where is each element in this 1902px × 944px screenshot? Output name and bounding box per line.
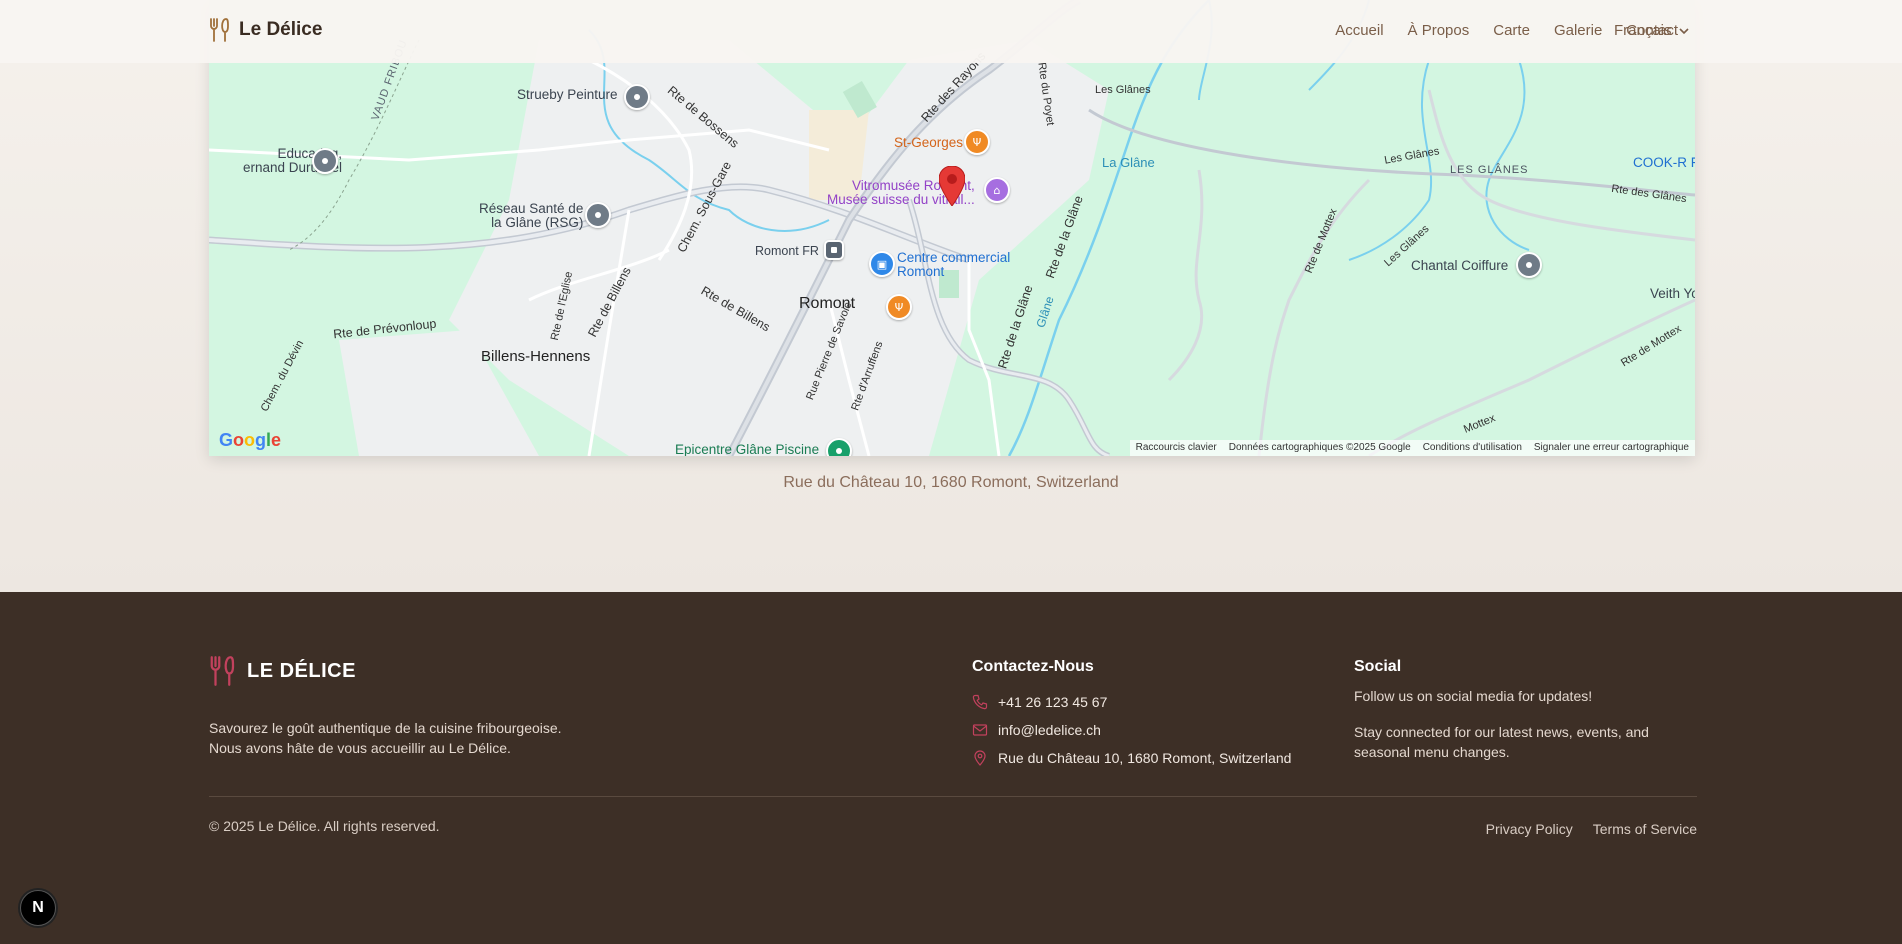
nextjs-dev-badge[interactable]: N (20, 890, 56, 926)
nav-a-propos[interactable]: À Propos (1408, 22, 1470, 39)
terms-of-service-link[interactable]: Terms of Service (1593, 821, 1697, 837)
map-pin-icon (974, 750, 986, 766)
poi-pin-icon[interactable] (1516, 252, 1542, 278)
social-text: Follow us on social media for updates! S… (1354, 688, 1649, 760)
restaurant-pin-icon[interactable]: Ψ (964, 129, 990, 155)
map-label-veith: Veith Yo (1650, 286, 1695, 301)
map-label-st-georges: St-Georges (894, 135, 964, 150)
footer-brand: LE DÉLICE (209, 656, 356, 686)
site-footer: LE DÉLICE Savourez le goût authentique d… (0, 592, 1902, 944)
map-label-chantal-coiffure: Chantal Coiffure (1411, 258, 1509, 273)
copyright: © 2025 Le Délice. All rights reserved. (209, 818, 440, 834)
legal-links: Privacy Policy Terms of Service (1486, 821, 1697, 837)
keyboard-shortcuts-link[interactable]: Raccourcis clavier (1130, 440, 1223, 456)
map-attribution: Raccourcis clavier Données cartographiqu… (1129, 440, 1695, 456)
shopping-pin-icon[interactable]: ▣ (869, 251, 895, 277)
map-roads (209, 0, 1695, 456)
map-label-les-glanes-top: Les Glânes (1095, 84, 1151, 96)
google-logo[interactable]: Google (219, 430, 281, 451)
brand-name: Le Délice (239, 19, 323, 40)
museum-pin-icon[interactable]: ⌂ (984, 177, 1010, 203)
footer-brand-name: LE DÉLICE (247, 659, 356, 682)
report-error-link[interactable]: Signaler une erreur cartographique (1528, 440, 1695, 456)
train-station-icon[interactable] (824, 240, 844, 260)
poi-pin-icon[interactable] (585, 202, 611, 228)
social-title: Social (1354, 658, 1402, 675)
language-label: Français (1614, 22, 1672, 39)
map-label-les-glanes-caps: LES GLÂNES (1450, 164, 1529, 176)
restaurant-pin-icon[interactable]: Ψ (886, 294, 912, 320)
chevron-down-icon (1678, 27, 1689, 34)
contact-list: +41 26 123 45 67 info@ledelice.ch Rue du… (972, 688, 1291, 772)
privacy-policy-link[interactable]: Privacy Policy (1486, 821, 1573, 837)
map-label-la-glane: La Glâne (1102, 155, 1155, 170)
terms-of-use-link[interactable]: Conditions d'utilisation (1417, 440, 1528, 456)
map-address: Rue du Château 10, 1680 Romont, Switzerl… (783, 474, 1119, 491)
location-map[interactable]: Strueby Peinture Rte de Bossens Rte des … (209, 0, 1695, 456)
poi-pin-icon[interactable] (624, 84, 650, 110)
map-data-credit: Données cartographiques ©2025 Google (1228, 442, 1411, 453)
contact-email[interactable]: info@ledelice.ch (972, 716, 1291, 744)
footer-description: Savourez le goût authentique de la cuisi… (209, 720, 562, 756)
contact-phone[interactable]: +41 26 123 45 67 (972, 688, 1291, 716)
map-label-reseau-sante: Réseau Santé de la Glâne (RSG) (479, 201, 584, 230)
map-label-strueby: Strueby Peinture (517, 87, 618, 102)
language-selector[interactable]: Français (1614, 22, 1690, 39)
mail-icon (972, 724, 988, 736)
map-label-centre-commercial: Centre commercial Romont (897, 250, 1011, 279)
poi-pin-icon[interactable] (312, 148, 338, 174)
footer-divider (209, 796, 1697, 797)
nav-galerie[interactable]: Galerie (1554, 22, 1602, 39)
location-marker-icon[interactable] (939, 166, 965, 206)
contact-address: Rue du Château 10, 1680 Romont, Switzerl… (972, 744, 1291, 772)
brand-logo[interactable]: Le Délice (209, 18, 322, 42)
nav-accueil[interactable]: Accueil (1335, 22, 1383, 39)
fork-knife-icon (210, 656, 235, 686)
phone-icon (972, 694, 988, 710)
map-label-cook-r: COOK-R Fo (1633, 155, 1695, 170)
map-label-epicentre: Epicentre Glâne Piscine (675, 442, 820, 456)
map-label-billens-hennens: Billens-Hennens (481, 348, 591, 365)
fork-knife-icon (210, 18, 229, 42)
map-label-romont-fr: Romont FR (755, 244, 819, 258)
site-header: Le Délice Accueil À Propos Carte Galerie… (0, 0, 1902, 63)
contact-title: Contactez-Nous (972, 658, 1094, 675)
nav-carte[interactable]: Carte (1493, 22, 1530, 39)
